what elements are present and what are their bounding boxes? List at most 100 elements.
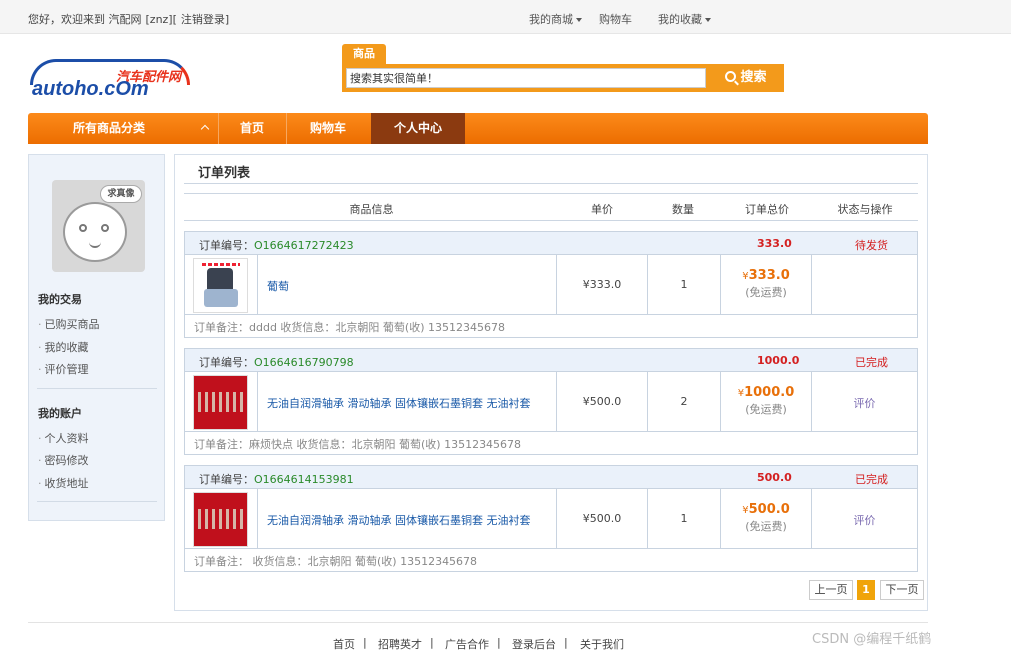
unit-price: ¥333.0 — [582, 278, 622, 291]
logout-link[interactable]: 注销登录 — [181, 13, 225, 26]
quantity: 1 — [680, 512, 688, 525]
order-item-row: 葡萄 ¥333.0 1 ¥333.0 (免运费) — [185, 255, 917, 315]
cell-divider — [257, 489, 258, 549]
thumbnail-detail — [204, 289, 238, 307]
nav-all-label: 所有商品分类 — [72, 121, 145, 135]
order-number-value: O1664614153981 — [254, 473, 354, 486]
main-nav: 所有商品分类 首页 购物车 个人中心 — [28, 113, 928, 144]
column-header-status: 状态与操作 — [837, 203, 893, 216]
thumbnail-detail — [202, 263, 240, 266]
sidebar-item-reviews[interactable]: 评价管理 — [38, 361, 89, 377]
chevron-up-icon — [200, 124, 210, 134]
welcome-text: 您好，欢迎来到 汽配网 [znz][注销登录] — [28, 11, 233, 27]
user-sidebar: 求真像 我的交易 已购买商品 我的收藏 评价管理 我的账户 个人资料 密码修改 … — [28, 154, 165, 521]
column-header-product: 商品信息 — [349, 203, 394, 216]
nav-all-categories[interactable]: 所有商品分类 — [28, 113, 190, 144]
search-box: 搜索 — [342, 64, 784, 92]
footer-link-home[interactable]: 首页 — [333, 636, 355, 652]
cell-divider — [257, 255, 258, 315]
sidebar-item-password[interactable]: 密码修改 — [38, 452, 89, 468]
product-name-link[interactable]: 葡萄 — [267, 278, 289, 294]
footer-link-about[interactable]: 关于我们 — [580, 636, 624, 652]
sidebar-item-address[interactable]: 收货地址 — [38, 475, 89, 491]
order-card: 订单编号：O1664614153981 500.0 已完成 无油自润滑轴承 滑动… — [184, 465, 918, 572]
order-total-value: 500.0 — [748, 502, 790, 517]
order-item-row: 无油自润滑轴承 滑动轴承 固体镶嵌石墨铜套 无油衬套 ¥500.0 1 ¥500… — [185, 489, 917, 549]
unit-price: ¥500.0 — [582, 395, 622, 408]
bracket-close: ] — [224, 13, 230, 26]
section-title-my-trades: 我的交易 — [38, 293, 82, 306]
current-page-button[interactable]: 1 — [857, 580, 875, 600]
welcome-message: 您好，欢迎来到 汽配网 — [28, 13, 142, 26]
footer-separator: | — [564, 636, 568, 649]
order-number: 订单编号：O1664616790798 — [199, 354, 354, 370]
quantity: 1 — [680, 278, 688, 291]
next-page-button[interactable]: 下一页 — [880, 580, 924, 600]
review-link[interactable]: 评价 — [812, 395, 917, 411]
my-mall-menu[interactable]: 我的商城 — [529, 11, 582, 27]
order-total-cell: ¥500.0 (免运费) — [721, 502, 811, 534]
order-total-header: 1000.0 — [757, 354, 800, 367]
order-number: 订单编号：O1664614153981 — [199, 471, 354, 487]
sidebar-item-purchased[interactable]: 已购买商品 — [38, 316, 100, 332]
my-favorites-label: 我的收藏 — [658, 13, 702, 26]
nav-categories-toggle[interactable] — [190, 113, 220, 144]
footer-link-advertising[interactable]: 广告合作 — [445, 636, 489, 652]
order-number-label: 订单编号： — [199, 473, 254, 486]
nav-cart[interactable]: 购物车 — [287, 113, 369, 144]
order-note: 订单备注：dddd 收货信息：北京朝阳 葡萄(收) 13512345678 — [194, 321, 505, 334]
order-number-value: O1664616790798 — [254, 356, 354, 369]
product-name-link[interactable]: 无油自润滑轴承 滑动轴承 固体镶嵌石墨铜套 无油衬套 — [267, 395, 531, 411]
order-number-label: 订单编号： — [199, 356, 254, 369]
site-logo[interactable]: 汽车配件网 autoho.cOm — [28, 55, 193, 103]
title-divider — [184, 183, 918, 184]
order-number: 订单编号：O1664617272423 — [199, 237, 354, 253]
unit-price: ¥500.0 — [582, 512, 622, 525]
product-name-link[interactable]: 无油自润滑轴承 滑动轴承 固体镶嵌石墨铜套 无油衬套 — [267, 512, 531, 528]
order-status: 已完成 — [855, 356, 888, 369]
avatar-eye — [79, 224, 87, 232]
order-total-header: 500.0 — [757, 471, 792, 484]
search-icon — [725, 71, 737, 82]
column-header-order-total: 订单总价 — [745, 203, 789, 216]
order-note: 订单备注： 收货信息：北京朝阳 葡萄(收) 13512345678 — [194, 555, 478, 568]
order-total-cell: ¥333.0 (免运费) — [721, 268, 811, 300]
product-thumbnail[interactable] — [193, 258, 248, 313]
sidebar-divider — [37, 388, 157, 389]
order-item-row: 无油自润滑轴承 滑动轴承 固体镶嵌石墨铜套 无油衬套 ¥500.0 2 ¥100… — [185, 372, 917, 432]
product-thumbnail[interactable] — [193, 492, 248, 547]
chevron-down-icon — [705, 18, 711, 22]
column-header-quantity: 数量 — [672, 203, 694, 216]
search-input[interactable] — [346, 68, 706, 88]
nav-personal-center[interactable]: 个人中心 — [371, 113, 465, 144]
search-button[interactable]: 搜索 — [710, 66, 782, 90]
footer-link-admin-login[interactable]: 登录后台 — [512, 636, 556, 652]
chevron-down-icon — [576, 18, 582, 22]
thumbnail-detail — [198, 509, 244, 529]
order-total-value: 333.0 — [748, 268, 790, 283]
page-title: 订单列表 — [198, 166, 251, 181]
product-thumbnail[interactable] — [193, 375, 248, 430]
logo-english-text: autoho.cOm — [32, 78, 149, 100]
order-header: 订单编号：O1664617272423 333.0 待发货 — [185, 232, 917, 255]
avatar-mouth — [89, 242, 101, 248]
sidebar-item-favorites[interactable]: 我的收藏 — [38, 339, 89, 355]
avatar[interactable]: 求真像 — [52, 180, 145, 272]
sidebar-item-profile[interactable]: 个人资料 — [38, 430, 89, 446]
order-total-header: 333.0 — [757, 237, 792, 250]
order-status: 已完成 — [855, 473, 888, 486]
order-header: 订单编号：O1664614153981 500.0 已完成 — [185, 466, 917, 489]
my-favorites-menu[interactable]: 我的收藏 — [658, 11, 711, 27]
prev-page-button[interactable]: 上一页 — [809, 580, 853, 600]
nav-home[interactable]: 首页 — [219, 113, 285, 144]
sidebar-divider — [37, 501, 157, 502]
shipping-note: (免运费) — [745, 520, 787, 533]
cart-link[interactable]: 购物车 — [599, 11, 632, 27]
section-title-my-account: 我的账户 — [38, 407, 82, 420]
review-link[interactable]: 评价 — [812, 512, 917, 528]
cell-divider — [811, 255, 812, 315]
search-tab-products[interactable]: 商品 — [342, 44, 386, 64]
top-bar: 您好，欢迎来到 汽配网 [znz][注销登录] 我的商城 购物车 我的收藏 — [0, 0, 1011, 34]
footer-link-careers[interactable]: 招聘英才 — [378, 636, 422, 652]
footer-divider — [28, 622, 928, 623]
